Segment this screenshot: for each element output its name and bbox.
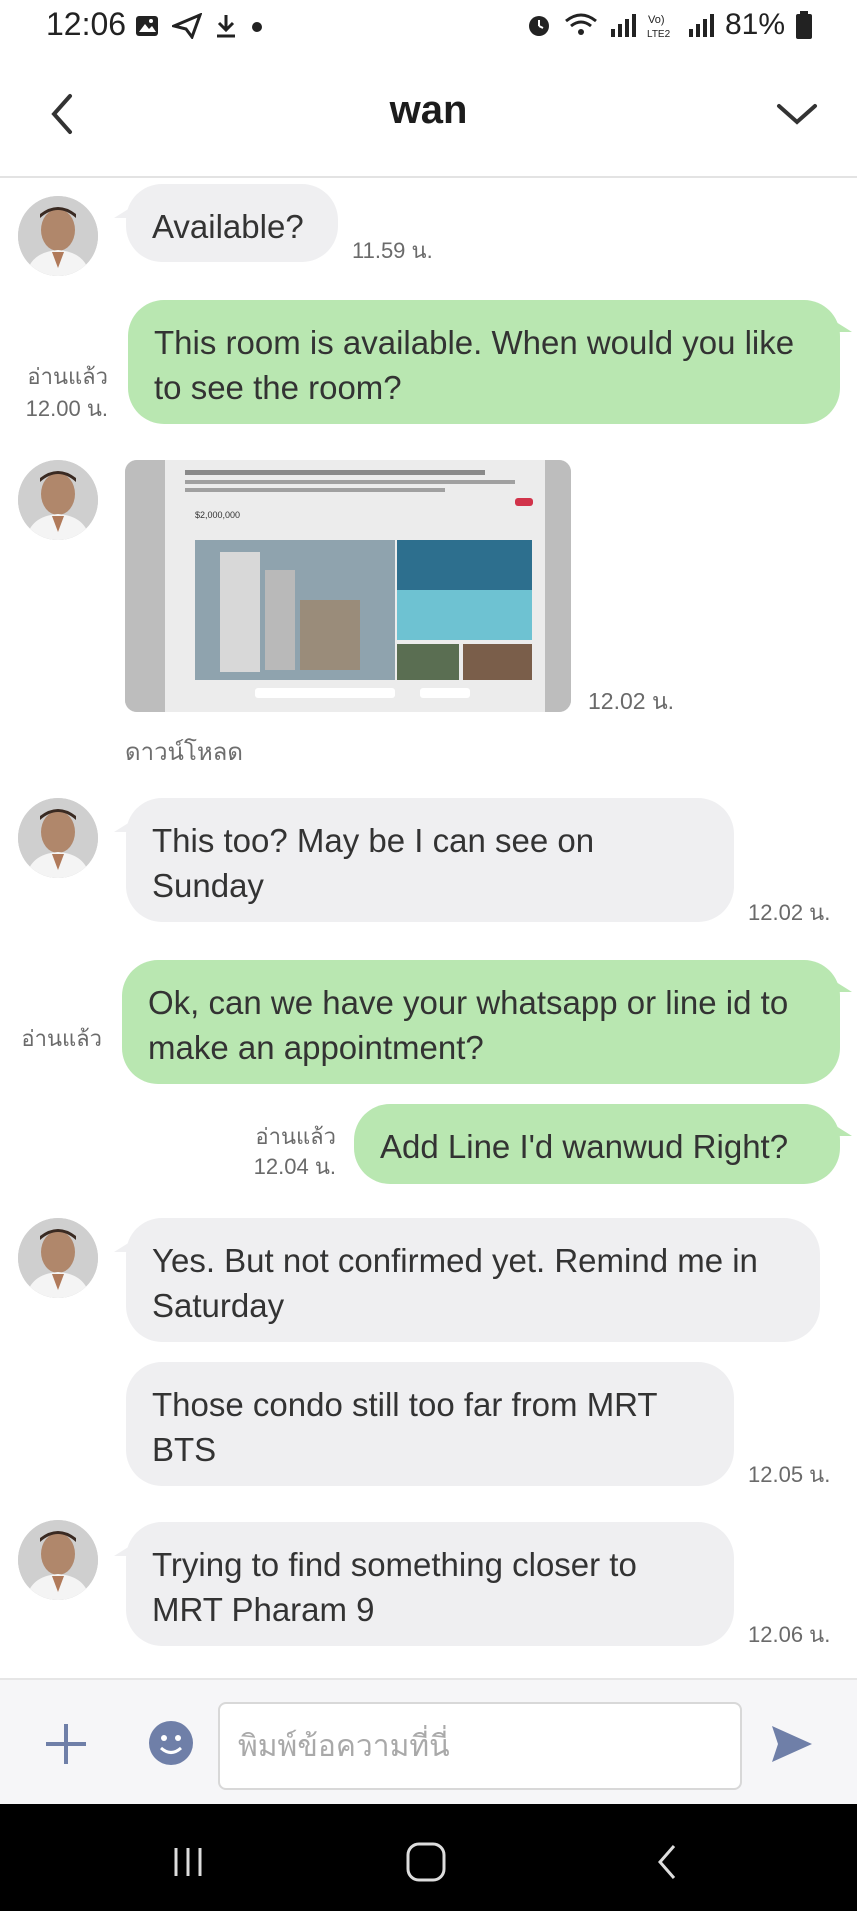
message-text: This too? May be I can see on Sunday [152,822,595,904]
photo-caption: $2,000,000 [195,510,240,520]
message-time: 12.06 น. [748,1622,831,1647]
download-icon [217,15,235,38]
home-icon[interactable] [396,1832,456,1892]
signal-icon [688,14,714,37]
avatar[interactable] [18,196,98,276]
avatar[interactable] [18,1520,98,1600]
chat-title: wan [389,88,468,132]
message-input[interactable] [218,1702,742,1790]
message-text: This room is available. When would you l… [154,324,795,406]
message-bubble[interactable]: Available? [114,184,338,262]
plus-icon[interactable] [40,1718,92,1770]
recent-apps-icon[interactable] [158,1832,218,1892]
svg-text:LTE2: LTE2 [647,29,671,39]
message-bubble[interactable]: This too? May be I can see on Sunday [114,798,734,922]
compose-bar [0,1678,857,1806]
avatar[interactable] [18,1218,98,1298]
read-receipt: อ่านแล้ว [255,1124,336,1149]
photo-message[interactable]: $2,000,000 [125,460,571,712]
message-text: Those condo still too far from MRT BTS [152,1386,657,1468]
system-nav-bar [0,1804,857,1911]
message-time: 12.00 น. [25,396,108,421]
chevron-down-icon[interactable] [767,84,827,144]
back-icon[interactable] [638,1832,698,1892]
battery-icon [796,11,812,39]
message-text: Available? [152,208,304,245]
emoji-icon[interactable] [146,1718,196,1768]
message-bubble[interactable]: Trying to find something closer to MRT P… [114,1522,734,1646]
svg-text:Vo): Vo) [648,14,665,26]
wifi-icon [565,13,597,35]
message-time: 12.02 น. [588,688,675,714]
send-icon [172,13,202,39]
volte-icon: Vo) LTE2 [647,14,671,39]
status-time: 12:06 [46,6,127,42]
message-list[interactable]: Available? 11.59 น. This room is availab… [0,178,857,1678]
system-status: Vo) LTE2 81% [525,8,813,42]
message-text: Ok, can we have your whatsapp or line id… [148,984,789,1066]
send-icon[interactable] [768,1720,816,1768]
message-time: 12.05 น. [748,1462,831,1487]
message-time: 12.02 น. [748,900,831,925]
message-bubble[interactable]: Add Line I'd wanwud Right? [354,1104,852,1184]
message-bubble[interactable]: This room is available. When would you l… [128,300,852,424]
message-bubble[interactable]: Those condo still too far from MRT BTS [126,1362,734,1486]
message-text: Trying to find something closer to MRT P… [152,1546,637,1628]
dot-icon [252,22,262,32]
notification-icons [134,10,264,42]
gallery-icon [136,16,158,36]
read-receipt: อ่านแล้ว [21,1026,102,1051]
download-link[interactable]: ดาวน์โหลด [125,732,243,771]
chat-header: wan [0,60,857,178]
read-receipt: อ่านแล้ว [27,364,108,389]
message-time: 12.04 น. [253,1154,336,1179]
message-time: 11.59 น. [352,238,433,263]
alarm-icon [528,16,549,36]
status-bar: 12:06 Vo) LTE2 81% [0,0,857,52]
message-bubble[interactable]: Yes. But not confirmed yet. Remind me in… [114,1218,820,1342]
signal-icon [610,14,636,37]
avatar[interactable] [18,798,98,878]
message-text: Yes. But not confirmed yet. Remind me in… [152,1242,758,1324]
avatar[interactable] [18,460,98,540]
message-text: Add Line I'd wanwud Right? [380,1128,789,1165]
battery-percent: 81% [724,8,785,41]
message-bubble[interactable]: Ok, can we have your whatsapp or line id… [122,960,852,1084]
